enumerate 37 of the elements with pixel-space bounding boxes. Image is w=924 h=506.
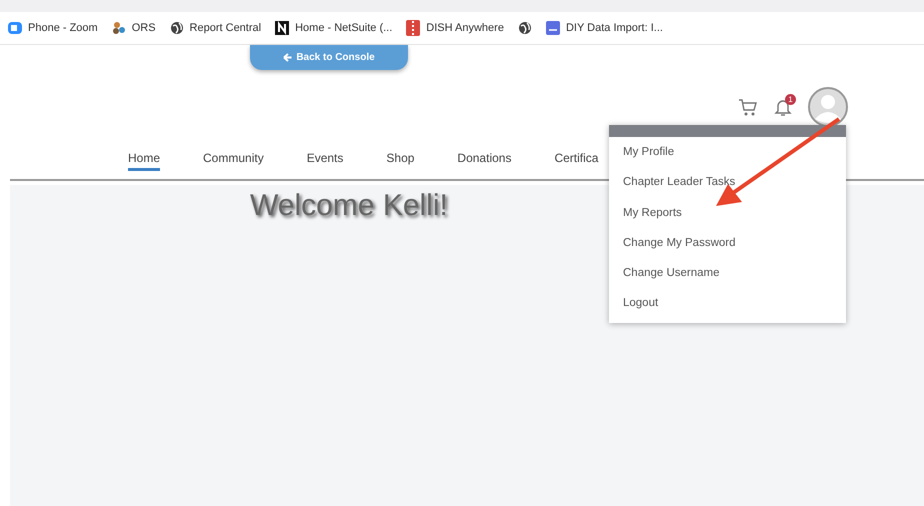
- nav-tab[interactable]: Certifica: [554, 148, 598, 171]
- avatar-icon[interactable]: [808, 87, 848, 127]
- bookmark[interactable]: DIY Data Import: I...: [546, 21, 663, 35]
- bookmark-label: Home - NetSuite (...: [295, 22, 392, 34]
- menu-item[interactable]: My Reports: [609, 198, 846, 228]
- bookmark-label: ORS: [132, 22, 156, 34]
- bookmark[interactable]: ORS: [112, 21, 156, 35]
- notification-badge: 1: [785, 94, 796, 105]
- app-icon: [546, 21, 560, 35]
- bookmark-label: DIY Data Import: I...: [566, 22, 663, 34]
- arrow-left-icon: [283, 53, 292, 62]
- nav-tab[interactable]: Community: [203, 148, 264, 171]
- bookmark[interactable]: Report Central: [170, 21, 262, 35]
- globe-icon: [518, 21, 532, 35]
- people-icon: [112, 21, 126, 35]
- bookmark[interactable]: [518, 21, 532, 35]
- welcome-heading: Welcome Kelli!: [250, 189, 448, 223]
- nav-tab[interactable]: Home: [128, 148, 160, 171]
- nav-tab[interactable]: Donations: [457, 148, 512, 171]
- menu-item[interactable]: Change Username: [609, 258, 846, 288]
- nav-tab[interactable]: Shop: [386, 148, 414, 171]
- menu-item[interactable]: My Profile: [609, 137, 846, 168]
- menu-item[interactable]: Chapter Leader Tasks: [609, 167, 846, 198]
- menu-item[interactable]: Logout: [609, 288, 846, 319]
- bookmark-label: Report Central: [190, 22, 262, 34]
- cart-icon[interactable]: [738, 97, 758, 117]
- bookmark[interactable]: Phone - Zoom: [8, 21, 98, 35]
- zipper-icon: [406, 20, 420, 36]
- n-logo-icon: [275, 21, 290, 35]
- nav-tab[interactable]: Events: [306, 148, 344, 171]
- menu-item[interactable]: Change My Password: [609, 228, 846, 258]
- bookmark-label: Phone - Zoom: [28, 22, 98, 34]
- bookmark[interactable]: DISH Anywhere: [406, 20, 504, 36]
- bookmark[interactable]: Home - NetSuite (...: [275, 21, 392, 35]
- video-icon: [8, 21, 22, 35]
- globe-icon: [170, 21, 184, 35]
- bookmark-label: DISH Anywhere: [426, 22, 504, 34]
